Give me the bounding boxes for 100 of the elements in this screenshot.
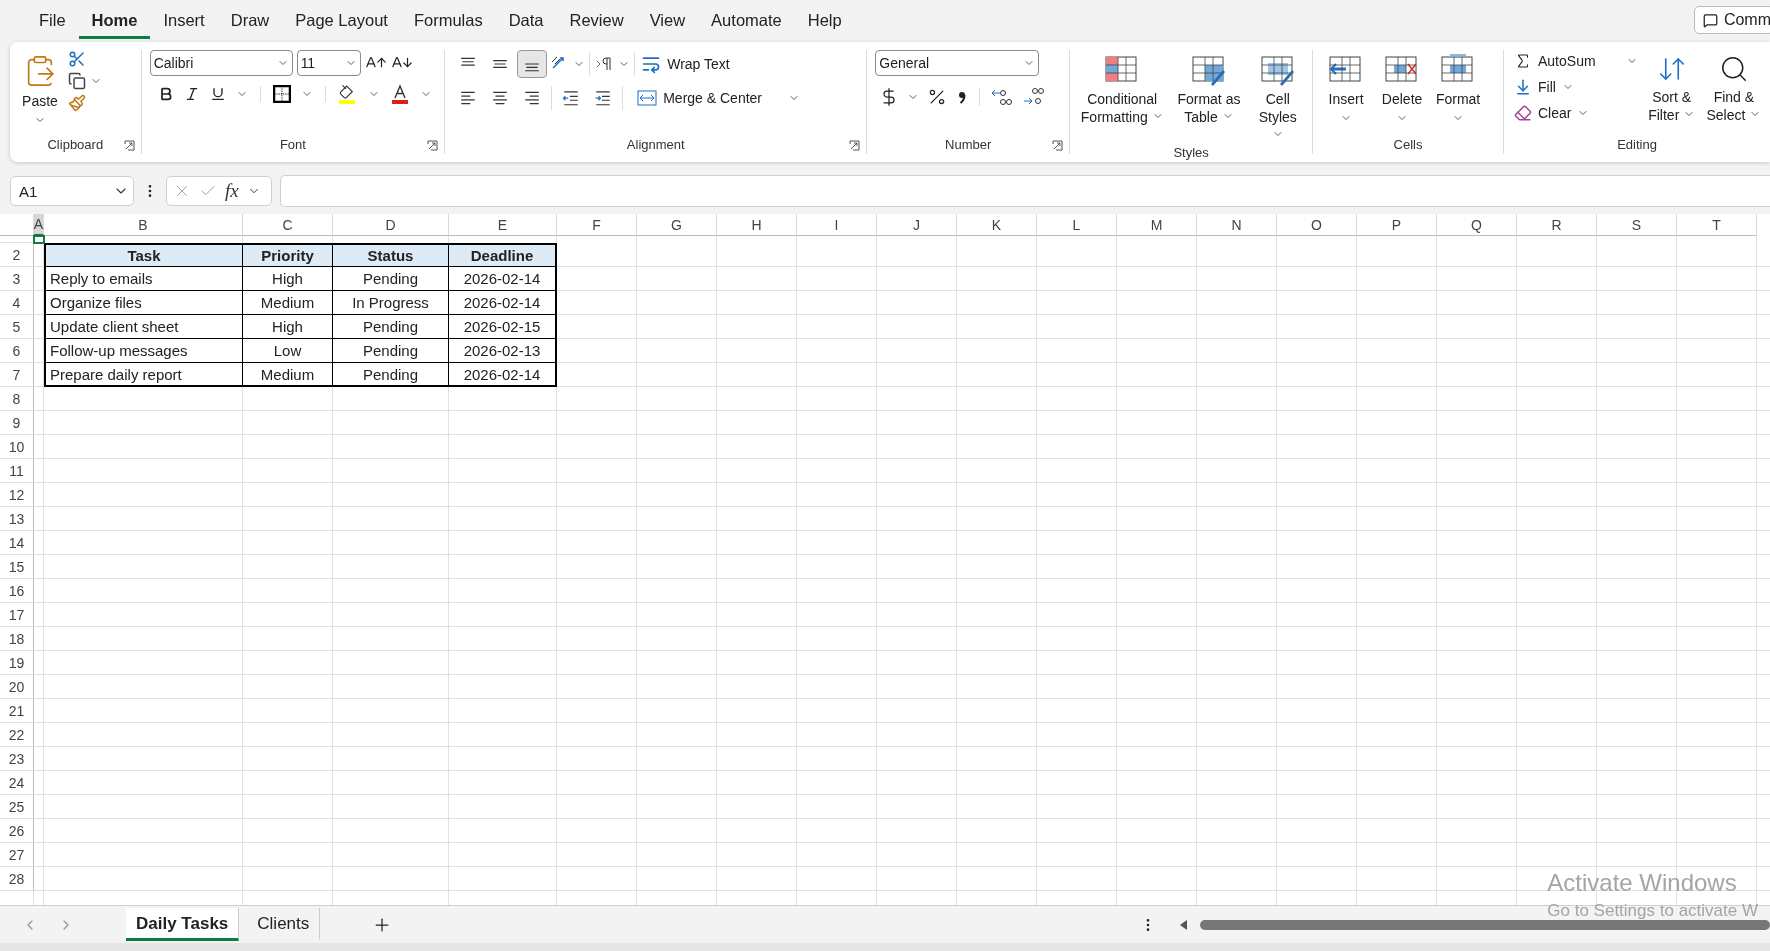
column-header[interactable]: J bbox=[877, 214, 957, 236]
underline-icon[interactable] bbox=[209, 86, 226, 102]
row-header[interactable]: 14 bbox=[0, 531, 34, 555]
dialog-launcher-icon[interactable] bbox=[1052, 140, 1064, 151]
row-header[interactable]: 25 bbox=[0, 795, 34, 819]
ribbon-button[interactable]: Cell Styles bbox=[1251, 50, 1305, 144]
column-header[interactable]: R bbox=[1517, 214, 1597, 236]
align-center-icon[interactable] bbox=[491, 89, 510, 107]
row-header[interactable]: 6 bbox=[0, 339, 34, 363]
column-header[interactable]: D bbox=[333, 214, 449, 236]
ribbon-tab[interactable]: File bbox=[26, 1, 79, 39]
column-header[interactable]: S bbox=[1597, 214, 1677, 236]
copy-icon[interactable] bbox=[68, 72, 86, 90]
column-header[interactable]: Q bbox=[1437, 214, 1517, 236]
column-header[interactable]: T bbox=[1677, 214, 1757, 236]
ribbon-tab[interactable]: Help bbox=[794, 1, 855, 39]
dialog-launcher-icon[interactable] bbox=[427, 140, 439, 151]
ribbon-button[interactable]: Insert bbox=[1321, 50, 1372, 136]
row-header[interactable]: 23 bbox=[0, 747, 34, 771]
eraser-icon bbox=[1514, 104, 1532, 122]
row-header[interactable]: 13 bbox=[0, 507, 34, 531]
row-header[interactable]: 7 bbox=[0, 363, 34, 387]
column-header[interactable]: B bbox=[44, 214, 243, 236]
table-brush-icon[interactable] bbox=[1190, 54, 1227, 86]
row-header[interactable]: 10 bbox=[0, 435, 34, 459]
row-header[interactable]: 28 bbox=[0, 867, 34, 891]
font-name-field[interactable]: Calibri bbox=[149, 50, 293, 76]
ribbon-tab[interactable]: Page Layout bbox=[282, 1, 401, 39]
sheet-tab[interactable]: Daily Tasks bbox=[126, 908, 240, 941]
bottom-align-button[interactable] bbox=[517, 50, 548, 78]
row-header[interactable]: 9 bbox=[0, 411, 34, 435]
row-header[interactable]: 5 bbox=[0, 315, 34, 339]
ribbon-button[interactable]: Delete bbox=[1377, 50, 1428, 136]
ribbon-tab[interactable]: Automate bbox=[698, 1, 795, 39]
row-header[interactable]: 12 bbox=[0, 483, 34, 507]
column-header[interactable]: P bbox=[1357, 214, 1437, 236]
cell-brush-icon[interactable] bbox=[1259, 54, 1296, 86]
column-header[interactable]: H bbox=[717, 214, 797, 236]
autosum-button[interactable]: AutoSum bbox=[1512, 50, 1598, 72]
comments-button[interactable]: Comm bbox=[1693, 6, 1770, 34]
column-header[interactable]: C bbox=[243, 214, 333, 236]
ribbon-button[interactable]: Find & Select bbox=[1705, 50, 1762, 136]
ribbon-tab[interactable]: Draw bbox=[217, 1, 283, 39]
font-color-icon[interactable] bbox=[389, 84, 410, 104]
paste-button[interactable]: Paste bbox=[18, 50, 62, 136]
ribbon-button[interactable]: Conditional Formatting bbox=[1078, 50, 1167, 144]
borders-icon[interactable] bbox=[272, 85, 291, 103]
row-header[interactable]: 18 bbox=[0, 627, 34, 651]
sheet-tab[interactable]: Clients bbox=[247, 908, 321, 941]
align-right-icon[interactable] bbox=[523, 89, 542, 107]
row-header[interactable]: 26 bbox=[0, 819, 34, 843]
row-header[interactable]: 21 bbox=[0, 699, 34, 723]
ribbon-tab[interactable]: View bbox=[636, 1, 699, 39]
cut-icon[interactable] bbox=[68, 50, 86, 68]
header-cell: Task bbox=[44, 243, 243, 267]
column-header[interactable]: E bbox=[449, 214, 557, 236]
ribbon-tab[interactable]: Data bbox=[495, 1, 557, 39]
number-format-field[interactable]: General bbox=[875, 50, 1040, 76]
font-size-field[interactable]: 11 bbox=[296, 50, 361, 76]
column-header[interactable]: G bbox=[637, 214, 717, 236]
column-header[interactable]: L bbox=[1037, 214, 1117, 236]
row-header[interactable]: 20 bbox=[0, 675, 34, 699]
row-header[interactable]: 24 bbox=[0, 771, 34, 795]
row-header[interactable]: 4 bbox=[0, 291, 34, 315]
row-header[interactable]: 27 bbox=[0, 843, 34, 867]
formula-input[interactable] bbox=[280, 175, 1770, 207]
fill-color-icon[interactable] bbox=[337, 84, 358, 104]
ribbon-tab[interactable]: Home bbox=[78, 1, 151, 39]
row-header[interactable]: 8 bbox=[0, 387, 34, 411]
ribbon-tab[interactable]: Formulas bbox=[400, 1, 496, 39]
column-header[interactable]: N bbox=[1197, 214, 1277, 236]
row-header[interactable]: 2 bbox=[0, 243, 34, 267]
fill-button[interactable]: Fill bbox=[1512, 76, 1638, 98]
ribbon-tab[interactable]: Review bbox=[556, 1, 637, 39]
ribbon-button[interactable]: Format as Table bbox=[1172, 50, 1246, 144]
column-header[interactable]: F bbox=[557, 214, 637, 236]
row-header[interactable]: 11 bbox=[0, 459, 34, 483]
ribbon-tab[interactable]: Insert bbox=[150, 1, 218, 39]
table-cell: Medium bbox=[243, 291, 333, 315]
insert-function-button[interactable]: fx bbox=[225, 180, 239, 202]
column-header[interactable]: M bbox=[1117, 214, 1197, 236]
align-left-icon[interactable] bbox=[459, 89, 478, 107]
row-header[interactable]: 15 bbox=[0, 555, 34, 579]
row-header[interactable]: 19 bbox=[0, 651, 34, 675]
column-header[interactable]: O bbox=[1277, 214, 1357, 236]
merge-center-button[interactable]: Merge & Center bbox=[635, 87, 802, 109]
scroll-left-icon[interactable] bbox=[1178, 918, 1190, 931]
ribbon-button[interactable]: Format bbox=[1433, 50, 1484, 136]
row-header[interactable]: 3 bbox=[0, 267, 34, 291]
clear-button[interactable]: Clear bbox=[1512, 102, 1638, 124]
row-header[interactable]: 17 bbox=[0, 603, 34, 627]
column-header[interactable]: I bbox=[797, 214, 877, 236]
wrap-text-button[interactable]: Wrap Text bbox=[639, 52, 732, 76]
ribbon-button[interactable]: Sort & Filter bbox=[1643, 50, 1700, 136]
dialog-launcher-icon[interactable] bbox=[849, 140, 861, 151]
dialog-launcher-icon[interactable] bbox=[123, 140, 135, 151]
name-box[interactable]: A1 bbox=[10, 176, 134, 206]
row-header[interactable]: 22 bbox=[0, 723, 34, 747]
column-header[interactable]: K bbox=[957, 214, 1037, 236]
row-header[interactable]: 16 bbox=[0, 579, 34, 603]
